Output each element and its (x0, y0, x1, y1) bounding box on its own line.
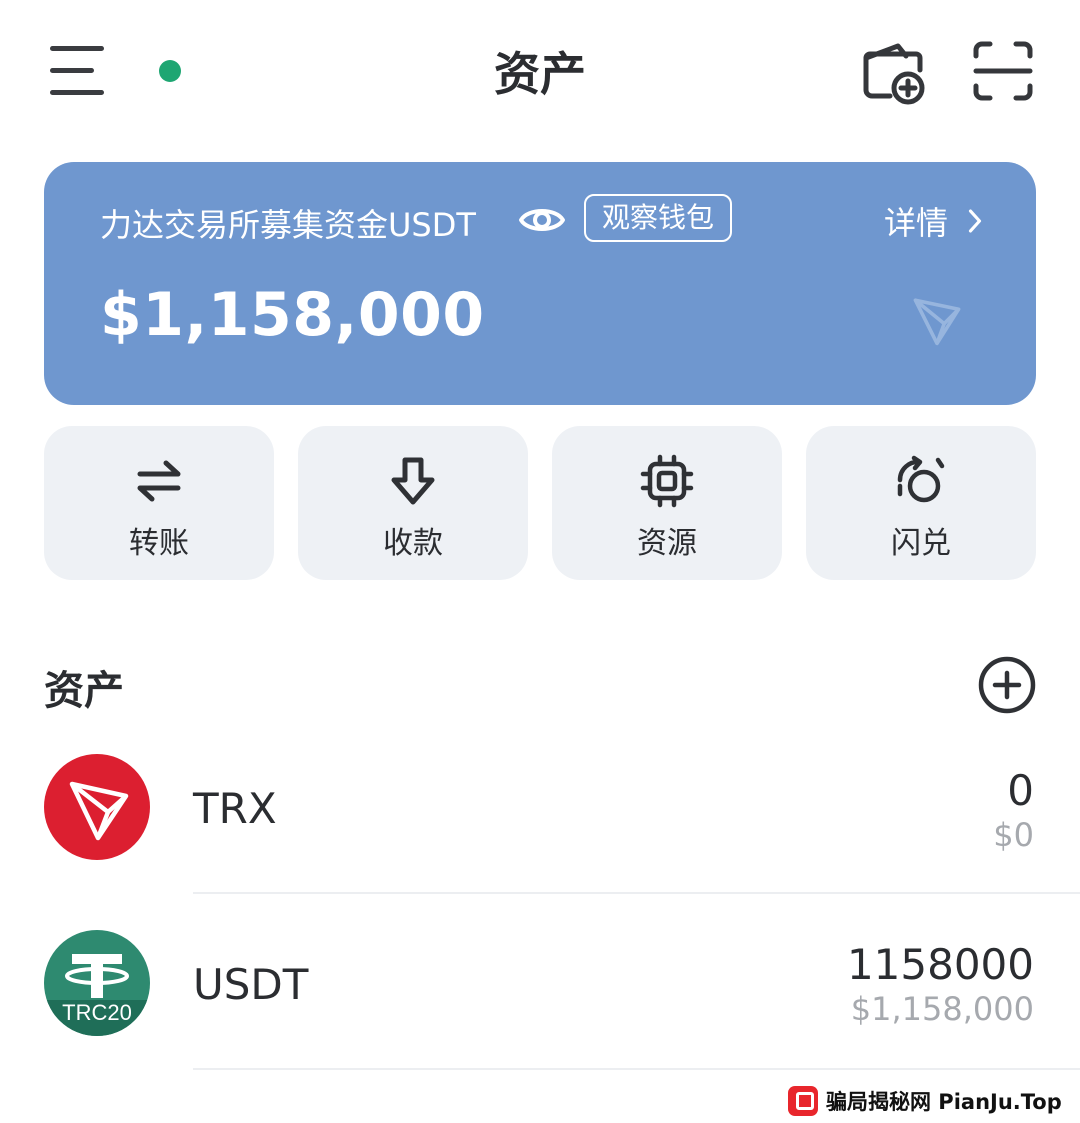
swap-label: 闪兑 (891, 526, 951, 561)
page-title: 资产 (494, 47, 586, 101)
transfer-label: 转账 (129, 526, 189, 561)
receive-label: 收款 (383, 526, 443, 561)
token-amount: 1158000 (846, 940, 1034, 989)
online-status-dot (159, 60, 181, 82)
token-fiat-value: $0 (993, 816, 1034, 854)
resource-button[interactable]: 资源 (552, 426, 782, 580)
resource-chip-icon (640, 454, 694, 508)
token-row-usdt[interactable]: TRC20 USDT 1158000 $1,158,000 (0, 916, 1080, 1066)
plus-circle-icon (978, 656, 1036, 714)
row-divider (193, 1068, 1080, 1070)
row-divider (193, 892, 1080, 894)
wallet-balance: $1,158,000 (100, 280, 485, 350)
menu-icon[interactable] (50, 44, 106, 100)
watch-wallet-badge: 观察钱包 (584, 194, 732, 242)
watermark-logo-icon (788, 1086, 818, 1116)
watermark-text: 骗局揭秘网 PianJu.Top (826, 1090, 1062, 1114)
wallet-name: 力达交易所募集资金USDT (100, 206, 476, 244)
swap-button[interactable]: 闪兑 (806, 426, 1036, 580)
trc20-tag: TRC20 (62, 1000, 132, 1025)
chevron-right-icon (968, 209, 982, 233)
eye-icon (519, 209, 565, 231)
site-watermark: 骗局揭秘网 PianJu.Top (788, 1084, 1062, 1118)
transfer-icon (137, 460, 181, 502)
transfer-button[interactable]: 转账 (44, 426, 274, 580)
trx-logo-icon (44, 754, 150, 860)
token-symbol: TRX (193, 784, 277, 833)
token-row-trx[interactable]: TRX 0 $0 (0, 740, 1080, 890)
wallet-card[interactable]: 力达交易所募集资金USDT 观察钱包 详情 $1,158,000 (44, 162, 1036, 405)
scan-button[interactable] (968, 36, 1038, 106)
swap-icon (897, 455, 945, 503)
assets-section-title: 资产 (44, 668, 124, 714)
receive-icon (391, 457, 435, 505)
add-wallet-button[interactable] (858, 36, 928, 106)
token-amount: 0 (1007, 766, 1034, 815)
wallet-add-icon (863, 43, 925, 105)
tron-logo-icon (913, 298, 961, 346)
toggle-balance-visibility[interactable] (518, 200, 566, 240)
scan-icon (973, 41, 1033, 101)
details-label: 详情 (883, 204, 948, 242)
top-bar: 资产 (0, 0, 1080, 140)
resource-label: 资源 (637, 526, 697, 561)
receive-button[interactable]: 收款 (298, 426, 528, 580)
add-asset-button[interactable] (978, 656, 1036, 714)
token-fiat-value: $1,158,000 (850, 990, 1034, 1028)
token-symbol: USDT (193, 960, 309, 1009)
details-link[interactable]: 详情 (884, 198, 984, 244)
usdt-logo-icon: TRC20 (44, 930, 150, 1036)
quick-actions: 转账 收款 资源 闪兑 (44, 426, 1036, 580)
